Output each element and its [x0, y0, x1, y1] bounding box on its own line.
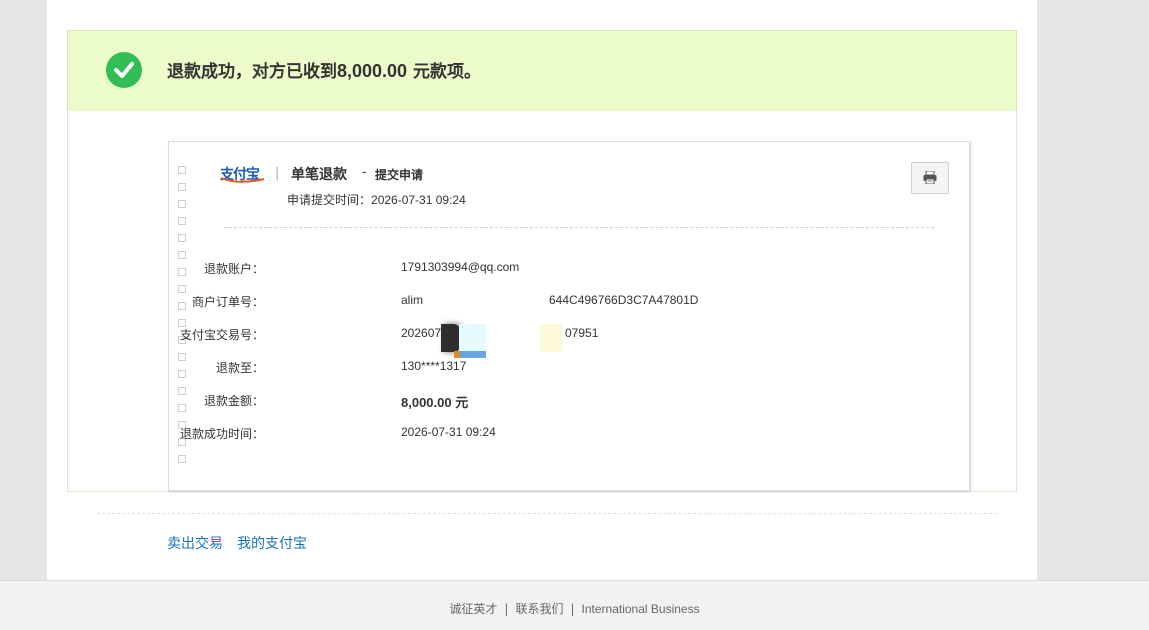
- refund-account-value: 1791303994@qq.com: [401, 260, 520, 274]
- submit-time: 申请提交时间：2026-07-31 09:24: [287, 191, 466, 208]
- success-message: 退款成功，对方已收到8,000.00 元款项。: [167, 60, 481, 83]
- printer-icon: [923, 171, 937, 184]
- footer-links: 诚征英才 | 联系我们 | International Business: [0, 600, 1149, 617]
- success-amount: 8,000.00: [337, 61, 408, 81]
- refund-receipt: 支付宝 | 单笔退款 - 提交申请 申请提交时间：2026-07-31 09:2…: [168, 141, 970, 491]
- success-banner: 退款成功，对方已收到8,000.00 元款项。: [67, 30, 1017, 112]
- refund-account-label: 退款账户：: [203, 262, 264, 276]
- refund-to-row: 退款至： 130****1317: [169, 359, 869, 379]
- refund-amount-value: 8,000.00 元: [401, 395, 469, 410]
- redaction-mark: [454, 351, 460, 358]
- receipt-title-dash: -: [362, 165, 367, 180]
- refund-success-time-value: 2026-07-31 09:24: [401, 425, 496, 439]
- merchant-order-row: 商户订单号： alim 644C496766D3C7A47801D: [169, 293, 869, 313]
- check-circle-icon: [106, 52, 142, 88]
- redaction-mark: [459, 324, 486, 352]
- refund-success-time-label: 退款成功时间：: [179, 427, 264, 441]
- refund-to-value: 130****1317: [401, 359, 467, 373]
- redaction-mark: [459, 351, 486, 358]
- trade-number-label: 支付宝交易号：: [179, 328, 264, 342]
- footer-link-international[interactable]: International Business: [582, 602, 700, 616]
- content-box: 支付宝 | 单笔退款 - 提交申请 申请提交时间：2026-07-31 09:2…: [67, 111, 1017, 492]
- receipt-title: 单笔退款: [291, 167, 347, 183]
- merchant-order-value-start: alim: [401, 293, 424, 307]
- my-alipay-link[interactable]: 我的支付宝: [237, 536, 307, 552]
- receipt-divider: [224, 227, 934, 228]
- redaction-mark: [441, 324, 461, 352]
- submit-time-value: 2026-07-31 09:24: [371, 193, 466, 207]
- print-button[interactable]: [911, 162, 949, 194]
- redaction-mark: [540, 324, 562, 352]
- footer-separator: |: [570, 602, 575, 616]
- success-message-suffix: 元款项。: [407, 62, 481, 82]
- trade-number-value-start: 202607: [401, 326, 442, 340]
- refund-amount-row: 退款金额： 8,000.00 元: [169, 392, 869, 412]
- refund-account-row: 退款账户： 1791303994@qq.com: [169, 260, 869, 280]
- submit-time-label: 申请提交时间：: [287, 193, 372, 207]
- refund-to-label: 退款至：: [215, 361, 264, 375]
- bottom-divider: [97, 513, 997, 514]
- main-panel: 退款成功，对方已收到8,000.00 元款项。 支付宝 | 单笔退款 - 提交申…: [47, 0, 1037, 580]
- footer-link-careers[interactable]: 诚征英才: [449, 602, 497, 616]
- trade-number-value-end: 07951: [565, 326, 599, 340]
- alipay-logo: 支付宝: [220, 164, 266, 184]
- footer: 诚征英才 | 联系我们 | International Business: [0, 580, 1149, 630]
- receipt-subtitle: 提交申请: [375, 168, 424, 182]
- footer-separator: |: [504, 602, 509, 616]
- refund-amount-label: 退款金额：: [203, 394, 264, 408]
- success-message-prefix: 退款成功，对方已收到: [167, 62, 337, 82]
- trade-number-row: 支付宝交易号： 202607 07951: [169, 326, 869, 346]
- refund-success-time-row: 退款成功时间： 2026-07-31 09:24: [169, 425, 869, 445]
- footer-link-contact[interactable]: 联系我们: [515, 602, 563, 616]
- merchant-order-label: 商户订单号：: [191, 295, 264, 309]
- merchant-order-value-end: 644C496766D3C7A47801D: [549, 293, 699, 307]
- sell-trade-link[interactable]: 卖出交易: [167, 536, 223, 552]
- bottom-links: 卖出交易 我的支付宝: [167, 533, 321, 553]
- header-separator: |: [275, 166, 280, 181]
